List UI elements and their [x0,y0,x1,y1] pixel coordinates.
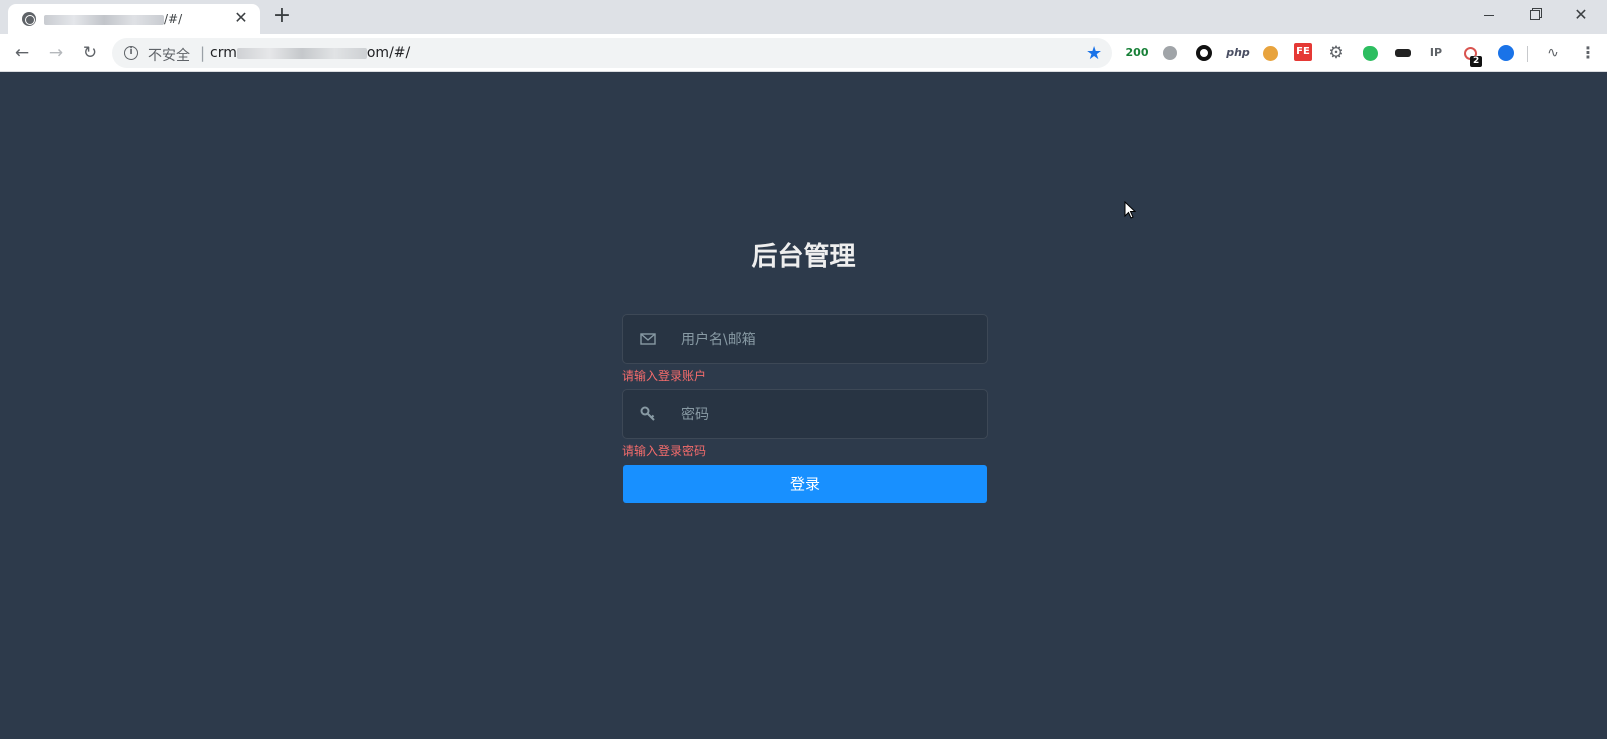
gear-extension-icon[interactable]: ⚙ [1326,43,1346,63]
window-close-button[interactable]: ✕ [1558,0,1604,30]
tab-close-icon[interactable]: ✕ [232,9,250,27]
back-button[interactable]: ← [10,41,34,65]
username-field[interactable] [622,314,988,364]
fe-extension[interactable]: FE [1294,43,1312,61]
evernote-extension-icon[interactable] [1360,43,1380,63]
toolbar-divider [1527,46,1528,62]
restore-icon [1530,10,1540,20]
mask-extension-icon[interactable] [1393,43,1413,63]
username-input[interactable] [681,329,971,351]
extension-badge-count: 2 [1470,56,1483,67]
globe-icon [22,12,36,26]
wave-extension-icon[interactable]: ∿ [1543,43,1563,63]
reload-button[interactable]: ↻ [78,41,102,65]
window-restore-button[interactable] [1512,0,1558,30]
info-icon[interactable]: i [124,46,138,60]
url-text[interactable]: crm om/#/ [210,45,410,61]
grey-circle-extension-icon[interactable] [1160,43,1180,63]
page-title: 后台管理 [751,242,856,272]
key-icon [639,405,657,423]
browser-toolbar: ← → ↻ i 不安全 | crm om/#/ ★ 200 php FE ⚙ IP… [0,34,1607,72]
password-error: 请输入登录密码 [622,444,707,458]
password-field[interactable] [622,389,988,439]
tab-title: /#/ [44,12,224,26]
minimize-icon [1484,14,1494,16]
new-tab-button[interactable]: + [270,5,294,29]
blue-circle-extension-icon[interactable] [1496,43,1516,63]
blurred-tab-title [44,14,164,25]
browser-tab[interactable]: /#/ ✕ [8,4,260,34]
status-code-extension[interactable]: 200 [1125,43,1149,63]
window-minimize-button[interactable] [1466,0,1512,30]
password-input[interactable] [681,404,971,426]
mouse-cursor-icon [1124,201,1136,219]
address-bar[interactable]: i 不安全 | crm om/#/ ★ [112,38,1112,68]
envelope-icon [639,330,657,348]
browser-menu-icon[interactable]: ⋮ [1578,42,1598,64]
cookie-extension-icon[interactable] [1260,43,1280,63]
bookmark-star-icon[interactable]: ★ [1086,43,1102,64]
blurred-url [236,47,367,59]
login-button[interactable]: 登录 [623,465,987,503]
username-error: 请输入登录账户 [622,369,707,383]
login-page: 后台管理 请输入登录账户 请输入登录密码 登录 [0,73,1607,739]
ring-extension-icon[interactable] [1194,43,1214,63]
browser-tab-strip: /#/ ✕ + ✕ [0,0,1607,34]
forward-button[interactable]: → [44,41,68,65]
ip-extension[interactable]: IP [1426,43,1446,63]
url-separator: | [200,44,206,62]
security-label: 不安全 [148,48,190,64]
php-extension[interactable]: php [1224,43,1252,63]
